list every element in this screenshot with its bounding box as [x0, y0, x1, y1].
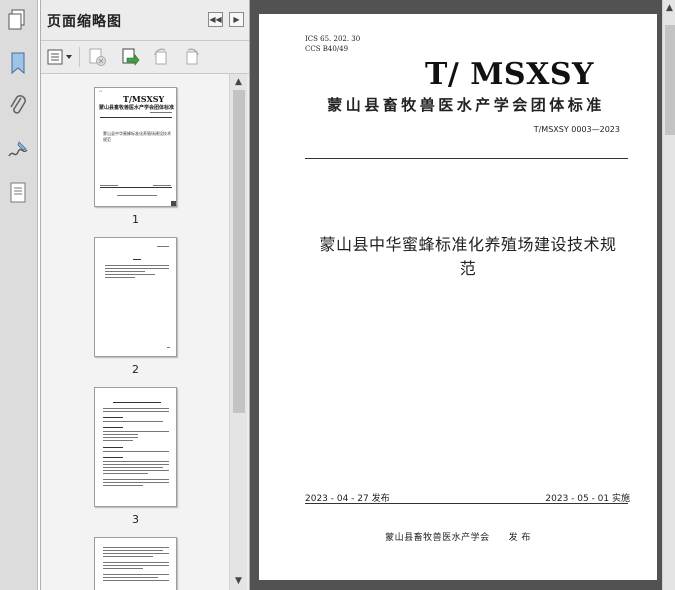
- thumb-line: [103, 565, 169, 566]
- scroll-up-icon[interactable]: ▲: [664, 2, 675, 14]
- thumbnail-list: ICS T/MSXSY 蒙山县畜牧兽医水产学会团体标准 蒙山县中华蜜蜂标准化养殖…: [41, 74, 229, 590]
- thumb-line: [103, 553, 169, 554]
- rotate-cw-icon[interactable]: [182, 47, 202, 67]
- thumb-line: [105, 271, 145, 272]
- thumb-line: [105, 265, 169, 266]
- footer-rule: [305, 503, 628, 504]
- thumb-line: [103, 473, 148, 474]
- thumb-line: [103, 550, 163, 551]
- thumb-line: [103, 434, 138, 435]
- thumb-line: [103, 482, 169, 483]
- layers-icon[interactable]: [7, 181, 29, 205]
- thumb-line: [103, 451, 169, 452]
- thumb-line: [103, 556, 153, 557]
- page-thumbnail-4[interactable]: [94, 537, 177, 590]
- panel-toolbar: [41, 41, 249, 74]
- thumb-rule: [100, 117, 172, 118]
- document-title: 蒙山县中华蜜蜂标准化养殖场建设技术规 范: [309, 233, 627, 281]
- standard-number: T/MSXSY 0003—2023: [533, 125, 620, 134]
- page-thumbnails-icon[interactable]: [7, 8, 29, 32]
- standard-brand: T/ MSXSY: [425, 57, 594, 92]
- thumb-line: [103, 427, 123, 428]
- ccs-code: CCS B40/49: [305, 45, 349, 53]
- navigation-rail: [0, 0, 38, 590]
- document-scrollbar[interactable]: ▲: [662, 0, 675, 590]
- thumb-line: [150, 112, 172, 113]
- thumb-line: [103, 421, 163, 422]
- thumb-line: [103, 577, 158, 578]
- thumb-line: [103, 562, 169, 563]
- thumb-line: [117, 195, 157, 196]
- page-thumbnail-1[interactable]: ICS T/MSXSY 蒙山县畜牧兽医水产学会团体标准 蒙山县中华蜜蜂标准化养殖…: [94, 87, 177, 207]
- thumb-line: [113, 402, 161, 403]
- thumb-line: [167, 347, 170, 348]
- panel-header: 页面缩略图 ◀◀ ▶: [41, 0, 249, 41]
- thumb-line: [103, 580, 169, 581]
- thumb-title: 蒙山县中华蜜蜂标准化养殖场建设技术规范: [103, 131, 171, 142]
- thumb-line: [157, 246, 169, 247]
- thumb-resize-handle[interactable]: [171, 201, 176, 206]
- thumb-line: [103, 417, 123, 418]
- thumb-line: [100, 185, 118, 186]
- attachment-icon[interactable]: [7, 94, 29, 118]
- delete-page-icon[interactable]: [87, 47, 107, 67]
- toolbar-separator: [79, 47, 80, 67]
- page-thumbnail-3[interactable]: [94, 387, 177, 507]
- thumb-line: [105, 268, 169, 269]
- insert-page-icon[interactable]: [120, 47, 140, 67]
- collapse-left-icon[interactable]: ◀◀: [208, 12, 223, 27]
- scrollbar-thumb[interactable]: [233, 90, 245, 413]
- thumb-line: [103, 431, 169, 432]
- thumb-line: [103, 485, 143, 486]
- thumb-line: [133, 259, 141, 260]
- page-number-label: 1: [132, 213, 139, 226]
- thumbnail-scrollbar[interactable]: ▲ ▼: [229, 74, 247, 590]
- thumb-line: [153, 185, 171, 186]
- signature-icon[interactable]: [7, 138, 29, 162]
- scrollbar-thumb[interactable]: [665, 25, 675, 135]
- thumb-line: [103, 461, 169, 462]
- thumb-line: [103, 457, 123, 458]
- thumb-line: [103, 447, 123, 448]
- header-rule: [305, 158, 628, 159]
- thumb-line: [103, 467, 163, 468]
- thumb-line: [103, 470, 169, 471]
- scroll-up-icon[interactable]: ▲: [233, 76, 244, 88]
- thumb-line: [103, 464, 169, 465]
- thumb-brand: T/MSXSY: [123, 94, 165, 104]
- document-title-line: 范: [459, 259, 477, 278]
- thumb-line: [103, 479, 169, 480]
- thumb-line: [103, 574, 169, 575]
- thumb-line: [103, 437, 138, 438]
- thumb-org: 蒙山县畜牧兽医水产学会团体标准: [99, 105, 174, 111]
- thumb-line: [105, 277, 135, 278]
- ics-code: ICS 65. 202. 30: [305, 35, 361, 43]
- issuer: 蒙山县畜牧兽医水产学会 发 布: [385, 533, 531, 543]
- standard-organization: 蒙山县畜牧兽医水产学会团体标准: [327, 96, 605, 114]
- document-view: ICS 65. 202. 30 CCS B40/49 T/ MSXSY 蒙山县畜…: [250, 0, 662, 590]
- thumb-line: [103, 440, 133, 441]
- page-number-label: 3: [132, 513, 139, 526]
- collapse-right-icon[interactable]: ▶: [229, 12, 244, 27]
- panel-title: 页面缩略图: [47, 14, 122, 30]
- document-page: ICS 65. 202. 30 CCS B40/49 T/ MSXSY 蒙山县畜…: [259, 14, 657, 580]
- options-menu-icon[interactable]: [47, 47, 75, 67]
- thumb-line: [103, 568, 143, 569]
- thumbnails-panel: 页面缩略图 ◀◀ ▶ ICS T/MSXSY 蒙山县畜牧兽医水产学会团体标准 蒙…: [40, 0, 250, 590]
- thumb-line: [103, 408, 169, 409]
- scroll-down-icon[interactable]: ▼: [233, 575, 244, 587]
- pdf-viewer-window: 页面缩略图 ◀◀ ▶ ICS T/MSXSY 蒙山县畜牧兽医水产学会团体标准 蒙…: [0, 0, 675, 590]
- thumb-rule: [100, 187, 172, 188]
- rotate-ccw-icon[interactable]: [151, 47, 171, 67]
- thumb-line: [103, 411, 169, 412]
- thumb-line: [105, 274, 155, 275]
- thumb-meta: ICS: [99, 91, 103, 93]
- page-thumbnail-2[interactable]: [94, 237, 177, 357]
- document-title-line: 蒙山县中华蜜蜂标准化养殖场建设技术规: [319, 235, 617, 254]
- page-number-label: 2: [132, 363, 139, 376]
- thumb-line: [103, 547, 169, 548]
- bookmark-icon[interactable]: [7, 51, 29, 75]
